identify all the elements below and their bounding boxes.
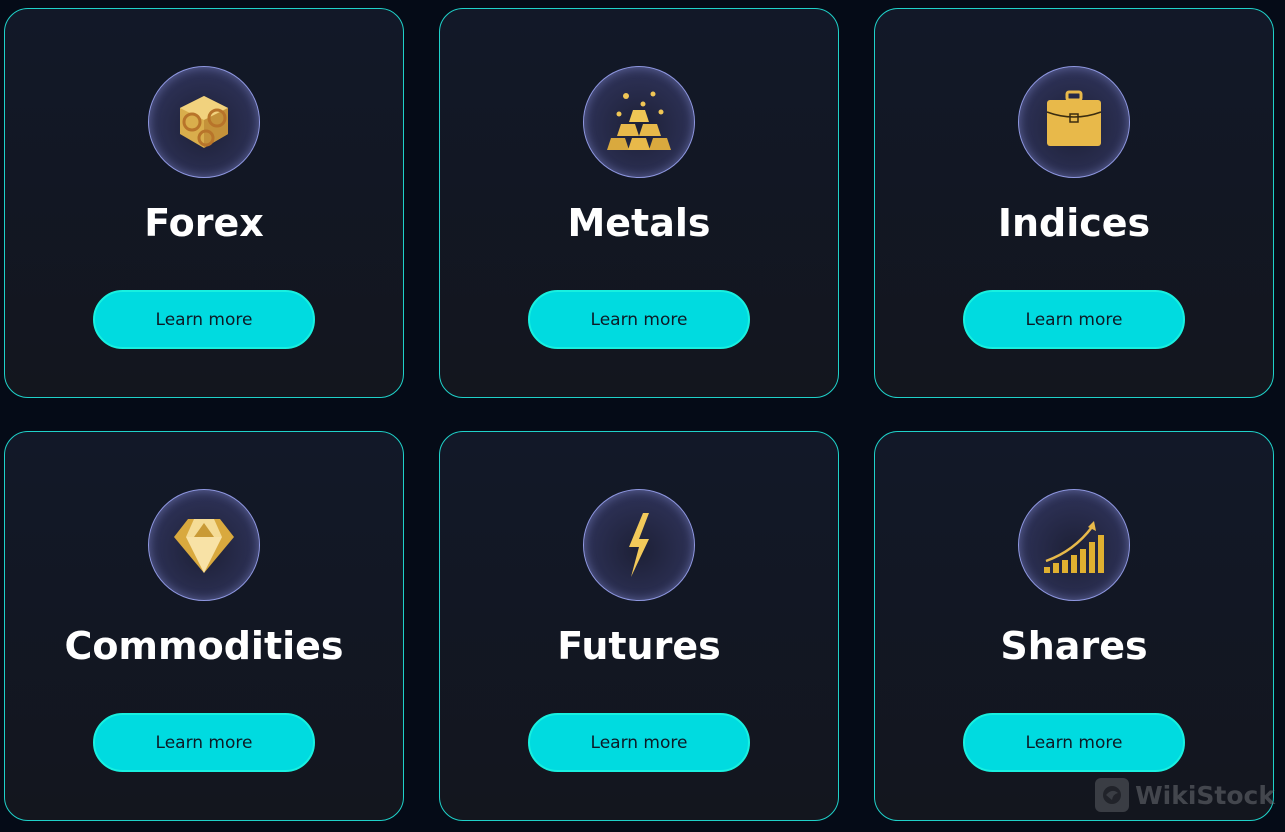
card-metals: Metals Learn more bbox=[439, 8, 839, 398]
card-shares: Shares Learn more bbox=[874, 431, 1274, 821]
lightning-icon bbox=[629, 513, 649, 577]
icon-badge bbox=[148, 66, 260, 178]
card-indices: Indices Learn more bbox=[874, 8, 1274, 398]
diamond-icon bbox=[174, 519, 234, 573]
gold-bars-icon bbox=[607, 91, 671, 150]
card-title: Metals bbox=[567, 201, 711, 245]
icon-badge bbox=[1018, 66, 1130, 178]
watermark: WikiStock bbox=[1095, 778, 1275, 812]
watermark-text: WikiStock bbox=[1135, 780, 1275, 810]
learn-more-button[interactable]: Learn more bbox=[963, 290, 1185, 349]
card-title: Futures bbox=[557, 624, 721, 668]
learn-more-button[interactable]: Learn more bbox=[528, 290, 750, 349]
icon-badge bbox=[583, 489, 695, 601]
learn-more-button[interactable]: Learn more bbox=[528, 713, 750, 772]
card-title: Indices bbox=[997, 201, 1151, 245]
icon-badge bbox=[1018, 489, 1130, 601]
icon-badge bbox=[583, 66, 695, 178]
card-commodities: Commodities Learn more bbox=[4, 431, 404, 821]
market-cards-grid: Forex Learn more Metals Learn more Indic… bbox=[4, 8, 1274, 821]
icon-badge bbox=[148, 489, 260, 601]
card-title: Commodities bbox=[64, 624, 344, 668]
currency-cube-icon bbox=[180, 96, 228, 148]
learn-more-button[interactable]: Learn more bbox=[963, 713, 1185, 772]
briefcase-icon bbox=[1046, 90, 1102, 146]
learn-more-button[interactable]: Learn more bbox=[93, 713, 315, 772]
learn-more-button[interactable]: Learn more bbox=[93, 290, 315, 349]
growth-chart-icon bbox=[1044, 521, 1104, 573]
card-title: Shares bbox=[1000, 624, 1148, 668]
wikistock-logo-icon bbox=[1095, 778, 1130, 812]
card-futures: Futures Learn more bbox=[439, 431, 839, 821]
card-forex: Forex Learn more bbox=[4, 8, 404, 398]
card-title: Forex bbox=[144, 201, 264, 245]
